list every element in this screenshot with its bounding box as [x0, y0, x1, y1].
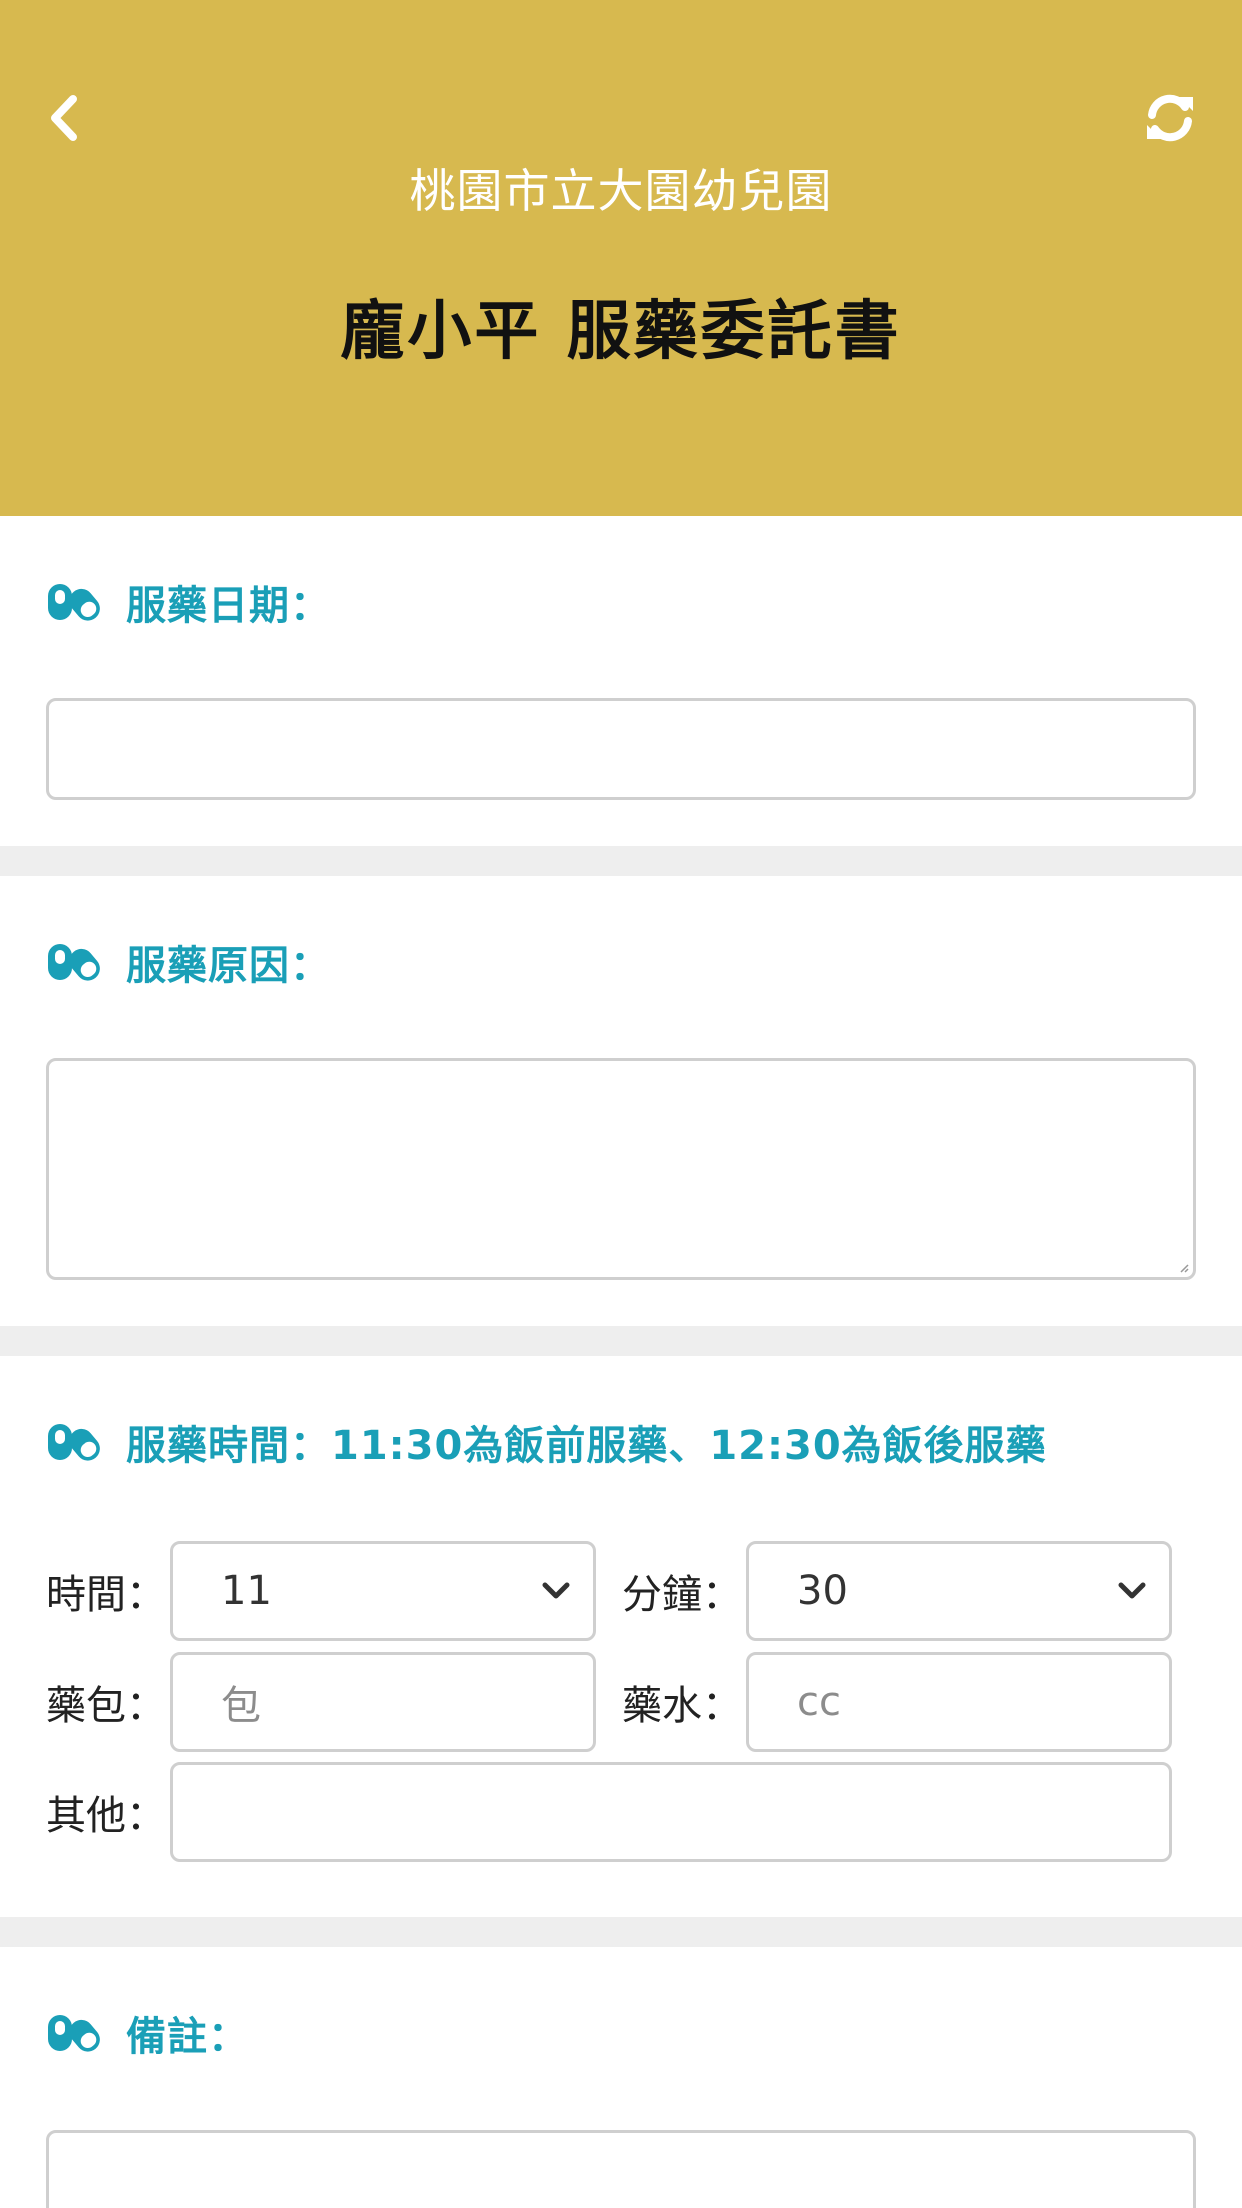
pill-icon [48, 1424, 100, 1461]
back-button[interactable] [38, 92, 90, 144]
minute-value: 30 [797, 1568, 848, 1614]
minute-select[interactable]: 30 [746, 1541, 1172, 1641]
chevron-left-icon [51, 95, 77, 141]
chevron-down-icon [1118, 1582, 1146, 1599]
liquid-label: 藥水： [622, 1683, 742, 1729]
medication-reason-textarea[interactable] [46, 1058, 1196, 1280]
section-label: 備註： [126, 2014, 249, 2060]
section-label: 服藥日期： [126, 583, 331, 629]
resize-handle-icon[interactable] [1179, 1263, 1189, 1273]
packet-placeholder: 包 [221, 1683, 261, 1729]
medication-date-input[interactable] [46, 698, 1196, 800]
liquid-placeholder: cc [797, 1679, 841, 1725]
hour-select[interactable]: 11 [170, 1541, 596, 1641]
other-label: 其他： [46, 1793, 166, 1839]
section-header-time: 服藥時間：11:30為飯前服藥、12:30為飯後服藥 [46, 1414, 1047, 1470]
refresh-icon [1147, 94, 1193, 142]
pill-icon [48, 2015, 100, 2052]
section-header-date: 服藥日期： [46, 574, 331, 630]
pill-icon [48, 584, 100, 621]
packet-input[interactable]: 包 [170, 1652, 596, 1752]
refresh-button[interactable] [1142, 90, 1198, 146]
app-header: 桃園市立大園幼兒園 龐小平 服藥委託書 [0, 0, 1242, 516]
school-name: 桃園市立大園幼兒園 [409, 164, 833, 218]
minute-label: 分鐘： [622, 1572, 742, 1618]
section-divider [0, 846, 1242, 876]
hour-label: 時間： [46, 1572, 166, 1618]
section-header-reason: 服藥原因： [46, 934, 331, 990]
other-input[interactable] [170, 1762, 1172, 1862]
section-divider [0, 1917, 1242, 1947]
section-divider [0, 1326, 1242, 1356]
remarks-textarea[interactable] [46, 2130, 1196, 2208]
chevron-down-icon [542, 1582, 570, 1599]
section-label: 服藥原因： [126, 943, 331, 989]
hour-value: 11 [221, 1568, 272, 1614]
section-header-remarks: 備註： [46, 2005, 249, 2061]
section-label: 服藥時間：11:30為飯前服藥、12:30為飯後服藥 [126, 1423, 1047, 1469]
liquid-input[interactable]: cc [746, 1652, 1172, 1752]
page-title: 龐小平 服藥委託書 [340, 295, 902, 369]
packet-label: 藥包： [46, 1683, 166, 1729]
pill-icon [48, 944, 100, 981]
